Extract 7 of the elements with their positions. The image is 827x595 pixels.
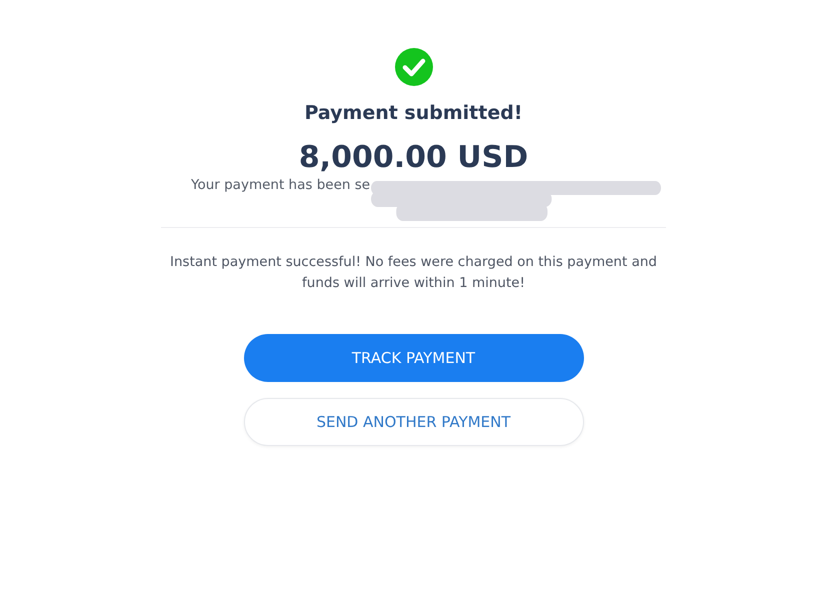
checkmark-icon: [394, 48, 432, 86]
send-another-button[interactable]: SEND ANOTHER PAYMENT: [244, 398, 584, 446]
track-payment-button[interactable]: TRACK PAYMENT: [244, 334, 584, 382]
status-title: Payment submitted!: [304, 102, 522, 124]
payment-amount: 8,000.00 USD: [298, 140, 528, 175]
notice-text: Instant payment successful! No fees were charged on this payment and funds will arrive within 1 minute!: [169, 253, 658, 293]
recipient-text: Your payment has been se: [191, 177, 370, 193]
